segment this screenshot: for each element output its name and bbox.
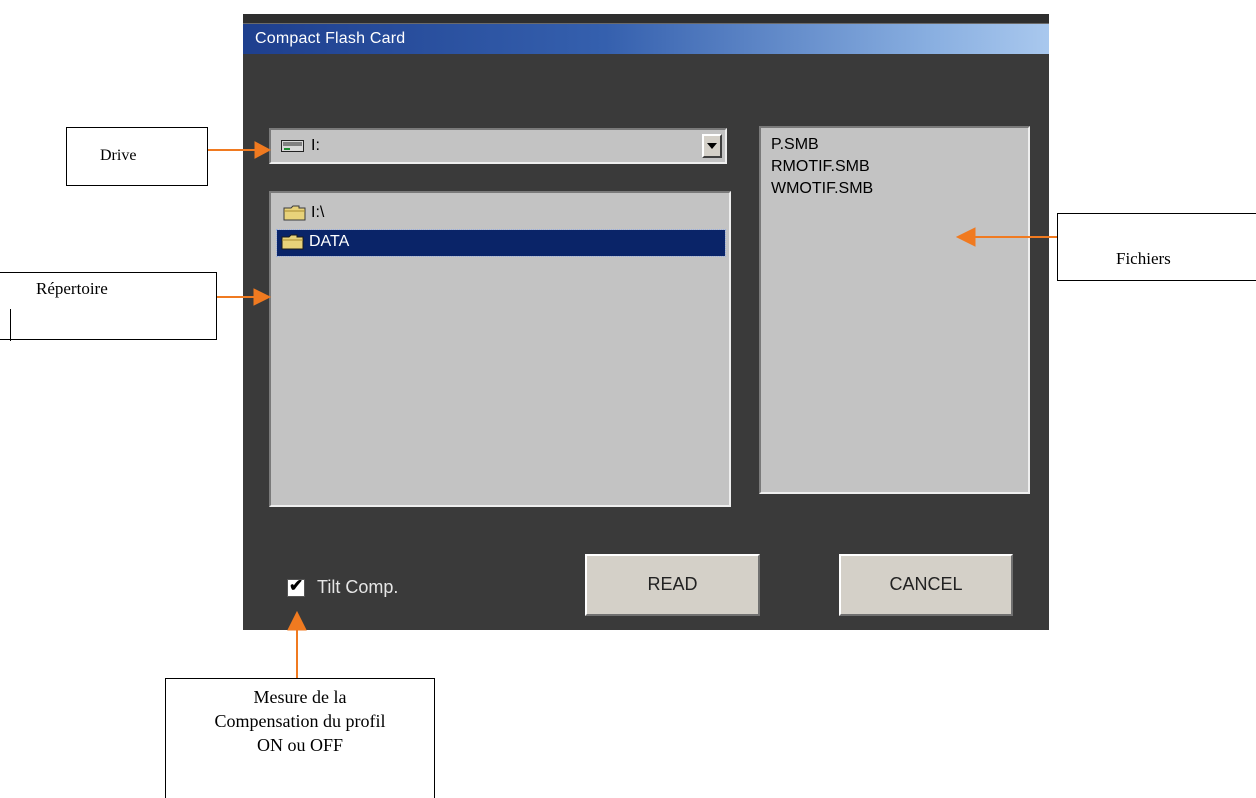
arrow-drive — [208, 141, 272, 159]
arrow-mesure — [287, 610, 307, 678]
arrow-fichiers — [955, 227, 1057, 247]
annotation-arrows — [208, 141, 1057, 678]
arrow-repertoire — [217, 288, 272, 306]
